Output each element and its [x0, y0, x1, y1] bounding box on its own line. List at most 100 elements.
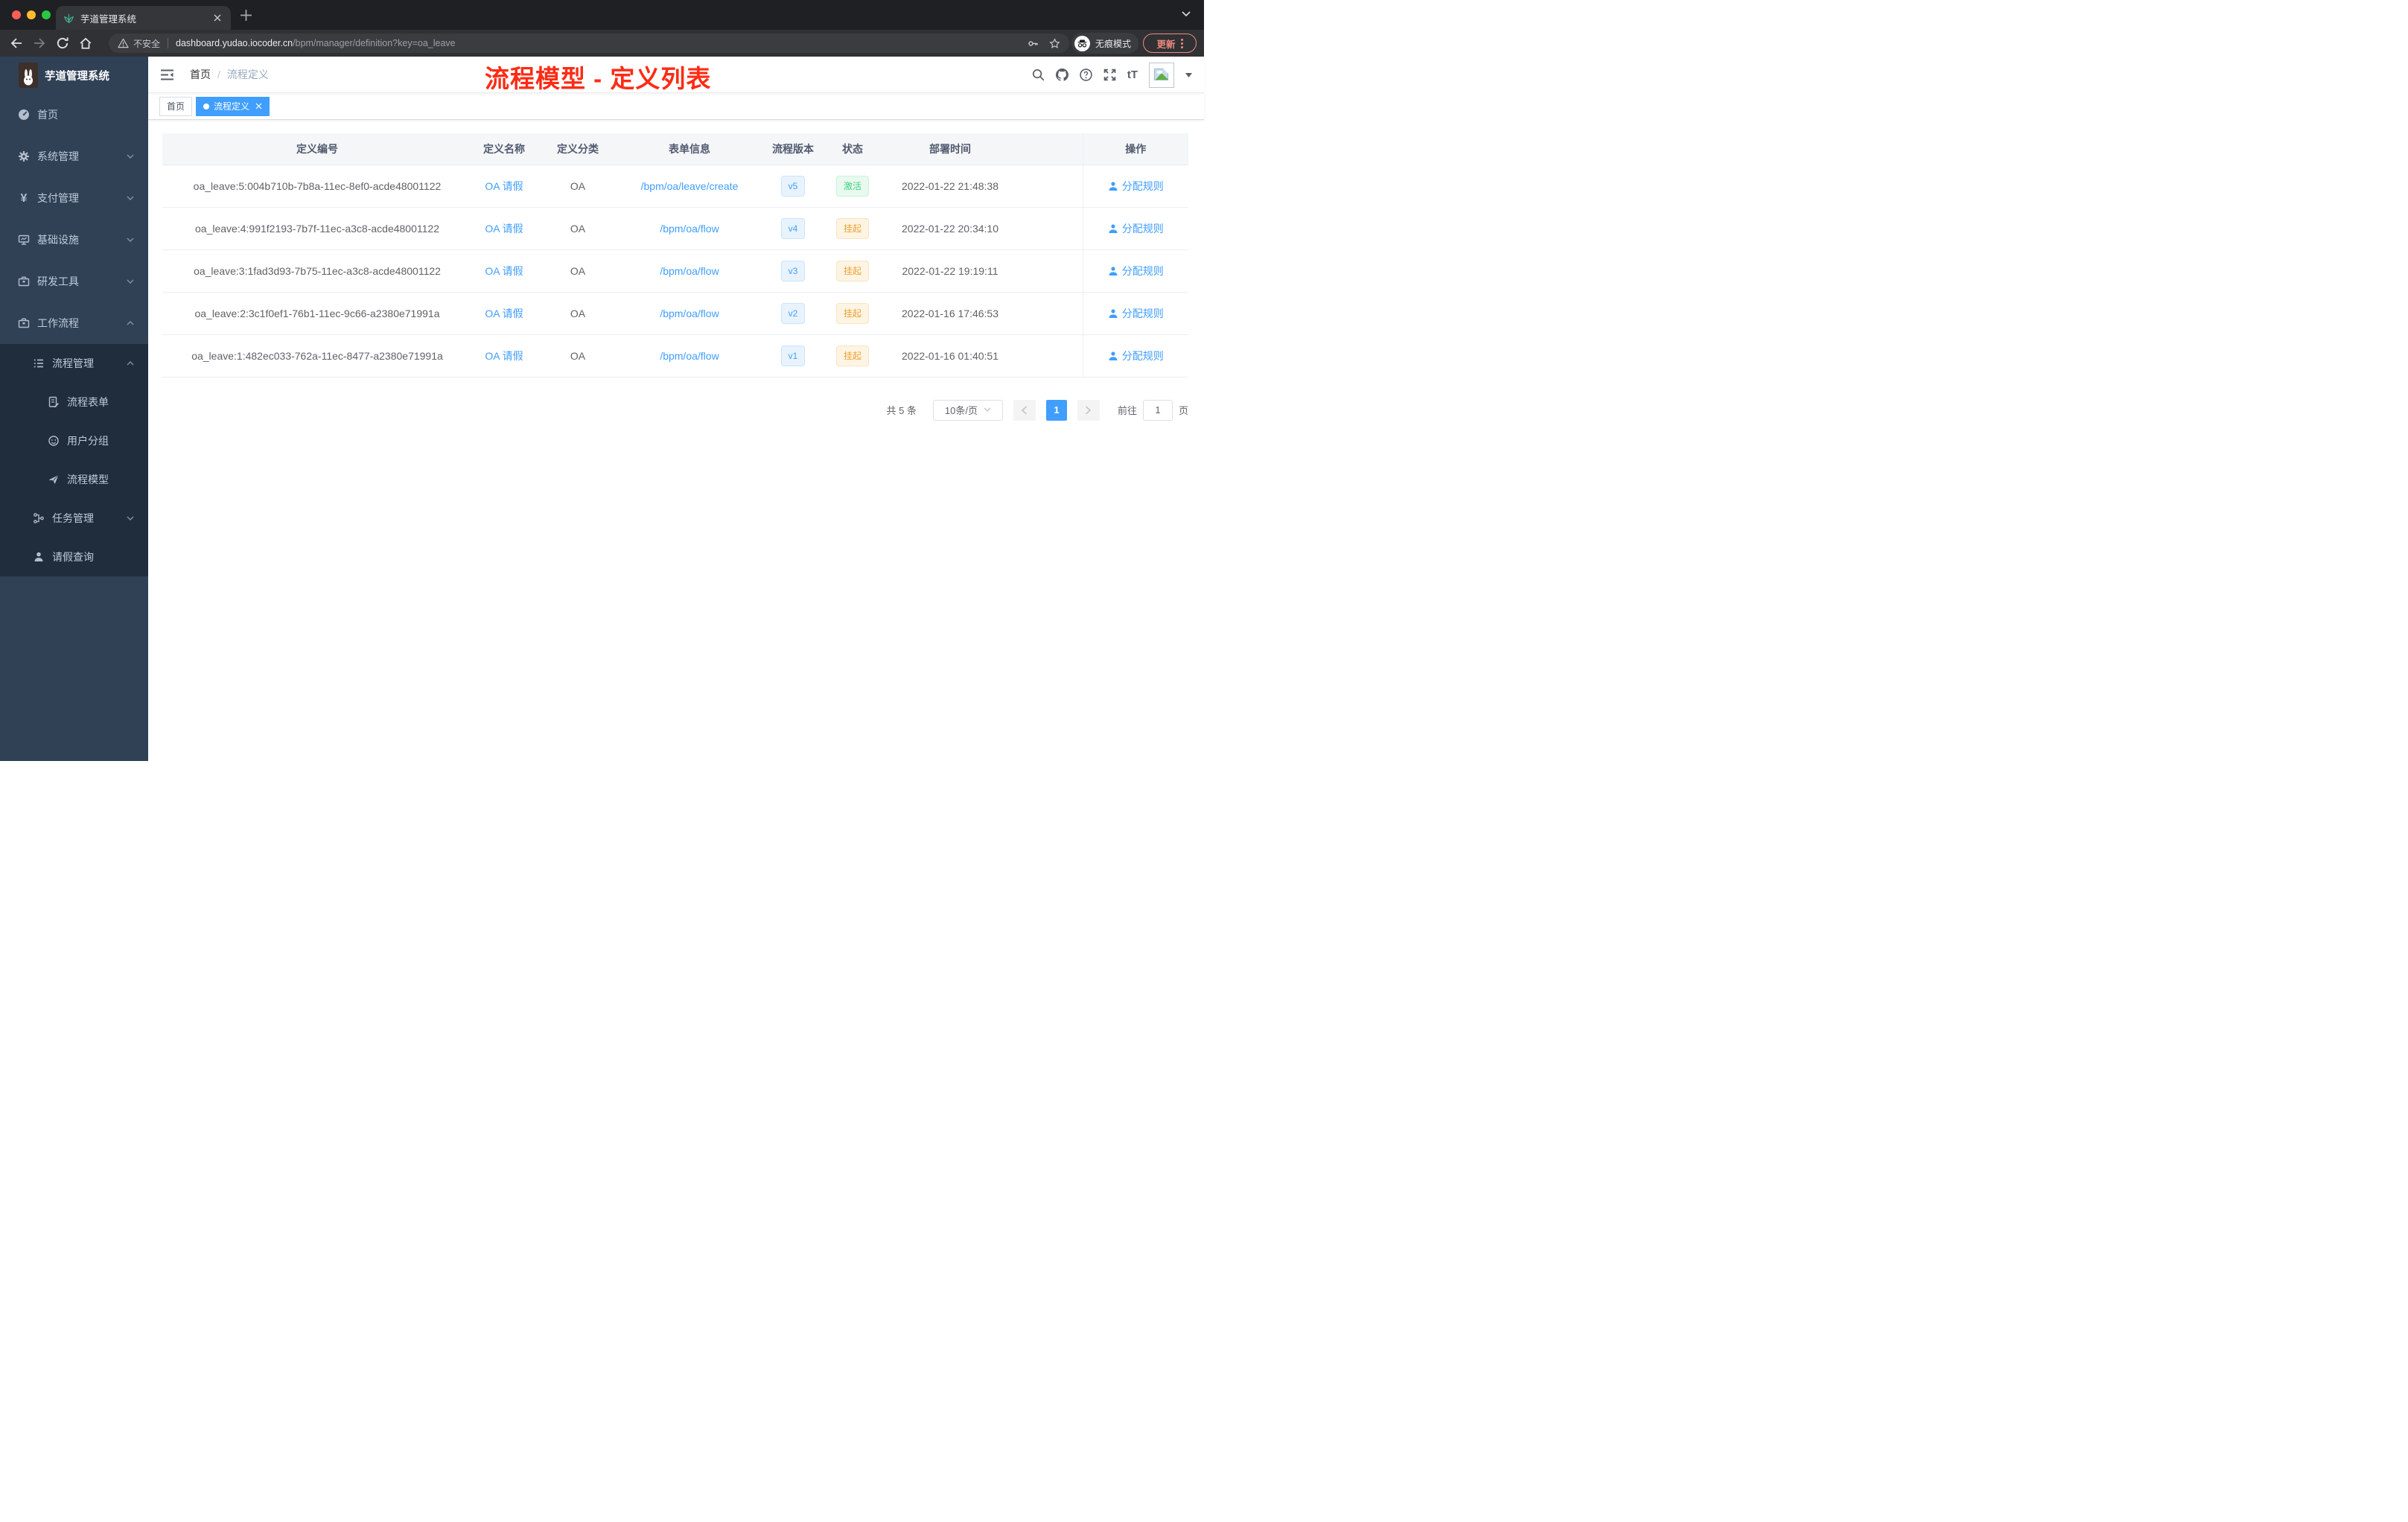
sidebar-item-label: 工作流程 — [37, 317, 79, 329]
sidebar: 芋道管理系统 首页 系统管理 ¥ 支付管理 基础设施 研发工具 工作流程 流程管… — [0, 57, 148, 761]
sidebar-item-label: 基础设施 — [37, 234, 79, 246]
browser-tab[interactable]: 芋道管理系统 — [56, 6, 231, 30]
sidebar-item-system[interactable]: 系统管理 — [0, 136, 148, 177]
sidebar-item-process-model[interactable]: 流程模型 — [0, 460, 148, 499]
assign-rule-button[interactable]: 分配规则 — [1108, 221, 1164, 236]
definition-id: oa_leave:2:3c1f0ef1-76b1-11ec-9c66-a2380… — [162, 292, 472, 335]
sidebar-item-payment[interactable]: ¥ 支付管理 — [0, 177, 148, 219]
forward-icon[interactable] — [33, 36, 46, 50]
active-dot-icon — [203, 103, 210, 109]
form-link[interactable]: /bpm/oa/flow — [660, 223, 719, 235]
version-badge: v3 — [780, 260, 806, 281]
next-page-button[interactable] — [1077, 399, 1100, 421]
user-icon — [1109, 308, 1118, 318]
browser-update-button[interactable]: 更新 — [1143, 34, 1197, 53]
chevron-left-icon — [1022, 405, 1028, 415]
font-size-icon[interactable]: tT — [1127, 69, 1138, 81]
tag-close-icon[interactable] — [255, 103, 262, 110]
assign-rule-button[interactable]: 分配规则 — [1108, 348, 1164, 363]
table-row: oa_leave:3:1fad3d93-7b75-11ec-a3c8-acde4… — [162, 249, 1188, 293]
not-secure-warning-icon[interactable] — [118, 38, 129, 48]
definition-name-link[interactable]: OA 请假 — [485, 308, 523, 319]
form-link[interactable]: /bpm/oa/flow — [660, 265, 719, 277]
tags-view: 首页 流程定义 — [148, 93, 1204, 120]
page-number-button[interactable]: 1 — [1045, 399, 1067, 421]
workflow-submenu: 流程管理 流程表单 用户分组 流程模型 任务管理 请假查询 — [0, 344, 148, 576]
status-badge: 挂起 — [835, 345, 869, 366]
definition-name-link[interactable]: OA 请假 — [485, 180, 523, 192]
tag-process-definition[interactable]: 流程定义 — [196, 96, 270, 116]
assign-rule-button[interactable]: 分配规则 — [1108, 179, 1164, 194]
pagination: 共 5 条 10条/页 1 前往 1 页 — [162, 399, 1188, 421]
minimize-window-button[interactable] — [27, 10, 36, 19]
assign-rule-label: 分配规则 — [1121, 179, 1164, 192]
form-link[interactable]: /bpm/oa/flow — [660, 350, 719, 362]
user-icon — [1109, 266, 1118, 276]
password-key-icon[interactable] — [1028, 38, 1039, 49]
tag-label: 首页 — [167, 101, 185, 112]
definition-name-link[interactable]: OA 请假 — [485, 350, 523, 362]
app-navbar: 首页 / 流程定义 流程模型 - 定义列表 tT — [148, 57, 1204, 93]
bookmark-star-icon[interactable] — [1049, 37, 1060, 49]
address-bar[interactable]: 不安全 dashboard.yudao.iocoder.cn/bpm/manag… — [109, 34, 1069, 53]
update-label: 更新 — [1156, 39, 1176, 50]
security-label[interactable]: 不安全 — [133, 37, 160, 50]
url-path[interactable]: /bpm/manager/definition?key=oa_leave — [293, 38, 456, 48]
sidebar-item-label: 支付管理 — [37, 192, 79, 204]
chevron-down-icon — [127, 238, 134, 242]
definition-name-link[interactable]: OA 请假 — [485, 223, 523, 235]
form-link[interactable]: /bpm/oa/flow — [660, 308, 719, 319]
deploy-time: 2022-01-16 01:40:51 — [879, 334, 1022, 378]
chevron-down-icon — [127, 196, 134, 200]
github-icon[interactable] — [1055, 69, 1068, 81]
avatar[interactable] — [1149, 62, 1174, 88]
sidebar-item-home[interactable]: 首页 — [0, 94, 148, 136]
incognito-label: 无痕模式 — [1095, 38, 1131, 49]
assign-rule-button[interactable]: 分配规则 — [1108, 264, 1164, 278]
sidebar-item-user-group[interactable]: 用户分组 — [0, 421, 148, 460]
tab-close-icon[interactable] — [211, 12, 223, 24]
incognito-badge: 无痕模式 — [1071, 33, 1138, 54]
sidebar-collapse-icon[interactable] — [161, 69, 173, 80]
sidebar-item-task-management[interactable]: 任务管理 — [0, 499, 148, 538]
home-icon[interactable] — [79, 36, 92, 50]
table-header-row: 定义编号 定义名称 定义分类 表单信息 流程版本 状态 部署时间 操作 — [162, 133, 1188, 165]
new-tab-icon[interactable] — [240, 9, 252, 22]
tag-home[interactable]: 首页 — [159, 96, 193, 116]
tab-search-chevron-icon[interactable] — [1182, 11, 1191, 17]
user-icon — [1109, 181, 1118, 191]
form-link[interactable]: /bpm/oa/leave/create — [641, 180, 739, 192]
col-header-name: 定义名称 — [472, 133, 536, 165]
fullscreen-icon[interactable] — [1103, 69, 1116, 81]
avatar-caret-icon[interactable] — [1185, 72, 1192, 77]
pagination-total: 共 5 条 — [886, 405, 917, 416]
breadcrumb-home[interactable]: 首页 — [190, 67, 211, 82]
definition-name-link[interactable]: OA 请假 — [485, 265, 523, 277]
deploy-time: 2022-01-16 17:46:53 — [879, 292, 1022, 335]
sidebar-item-infrastructure[interactable]: 基础设施 — [0, 219, 148, 261]
url-host[interactable]: dashboard.yudao.iocoder.cn — [176, 38, 293, 48]
reload-icon[interactable] — [56, 36, 69, 50]
col-header-filler — [1022, 133, 1083, 165]
tag-label: 流程定义 — [214, 101, 250, 112]
prev-page-button[interactable] — [1013, 399, 1036, 421]
assign-rule-button[interactable]: 分配规则 — [1108, 306, 1164, 321]
close-window-button[interactable] — [12, 10, 21, 19]
col-header-version: 流程版本 — [759, 133, 826, 165]
back-icon[interactable] — [10, 36, 23, 50]
sidebar-item-dev-tools[interactable]: 研发工具 — [0, 261, 148, 302]
sidebar-item-process-form[interactable]: 流程表单 — [0, 383, 148, 421]
sidebar-item-workflow[interactable]: 工作流程 — [0, 302, 148, 344]
help-icon[interactable] — [1080, 69, 1092, 81]
table-row: oa_leave:1:482ec033-762a-11ec-8477-a2380… — [162, 334, 1188, 378]
page-size-select[interactable]: 10条/页 — [932, 399, 1003, 421]
briefcase-icon — [18, 318, 30, 328]
breadcrumb-current: 流程定义 — [226, 69, 269, 80]
goto-page-input[interactable] — [1142, 399, 1173, 421]
sidebar-item-leave-query[interactable]: 请假查询 — [0, 538, 148, 576]
browser-menu-icon[interactable] — [1180, 38, 1183, 48]
search-icon[interactable] — [1032, 69, 1045, 81]
maximize-window-button[interactable] — [42, 10, 51, 19]
sidebar-item-process-management[interactable]: 流程管理 — [0, 344, 148, 383]
yen-icon: ¥ — [20, 192, 28, 205]
